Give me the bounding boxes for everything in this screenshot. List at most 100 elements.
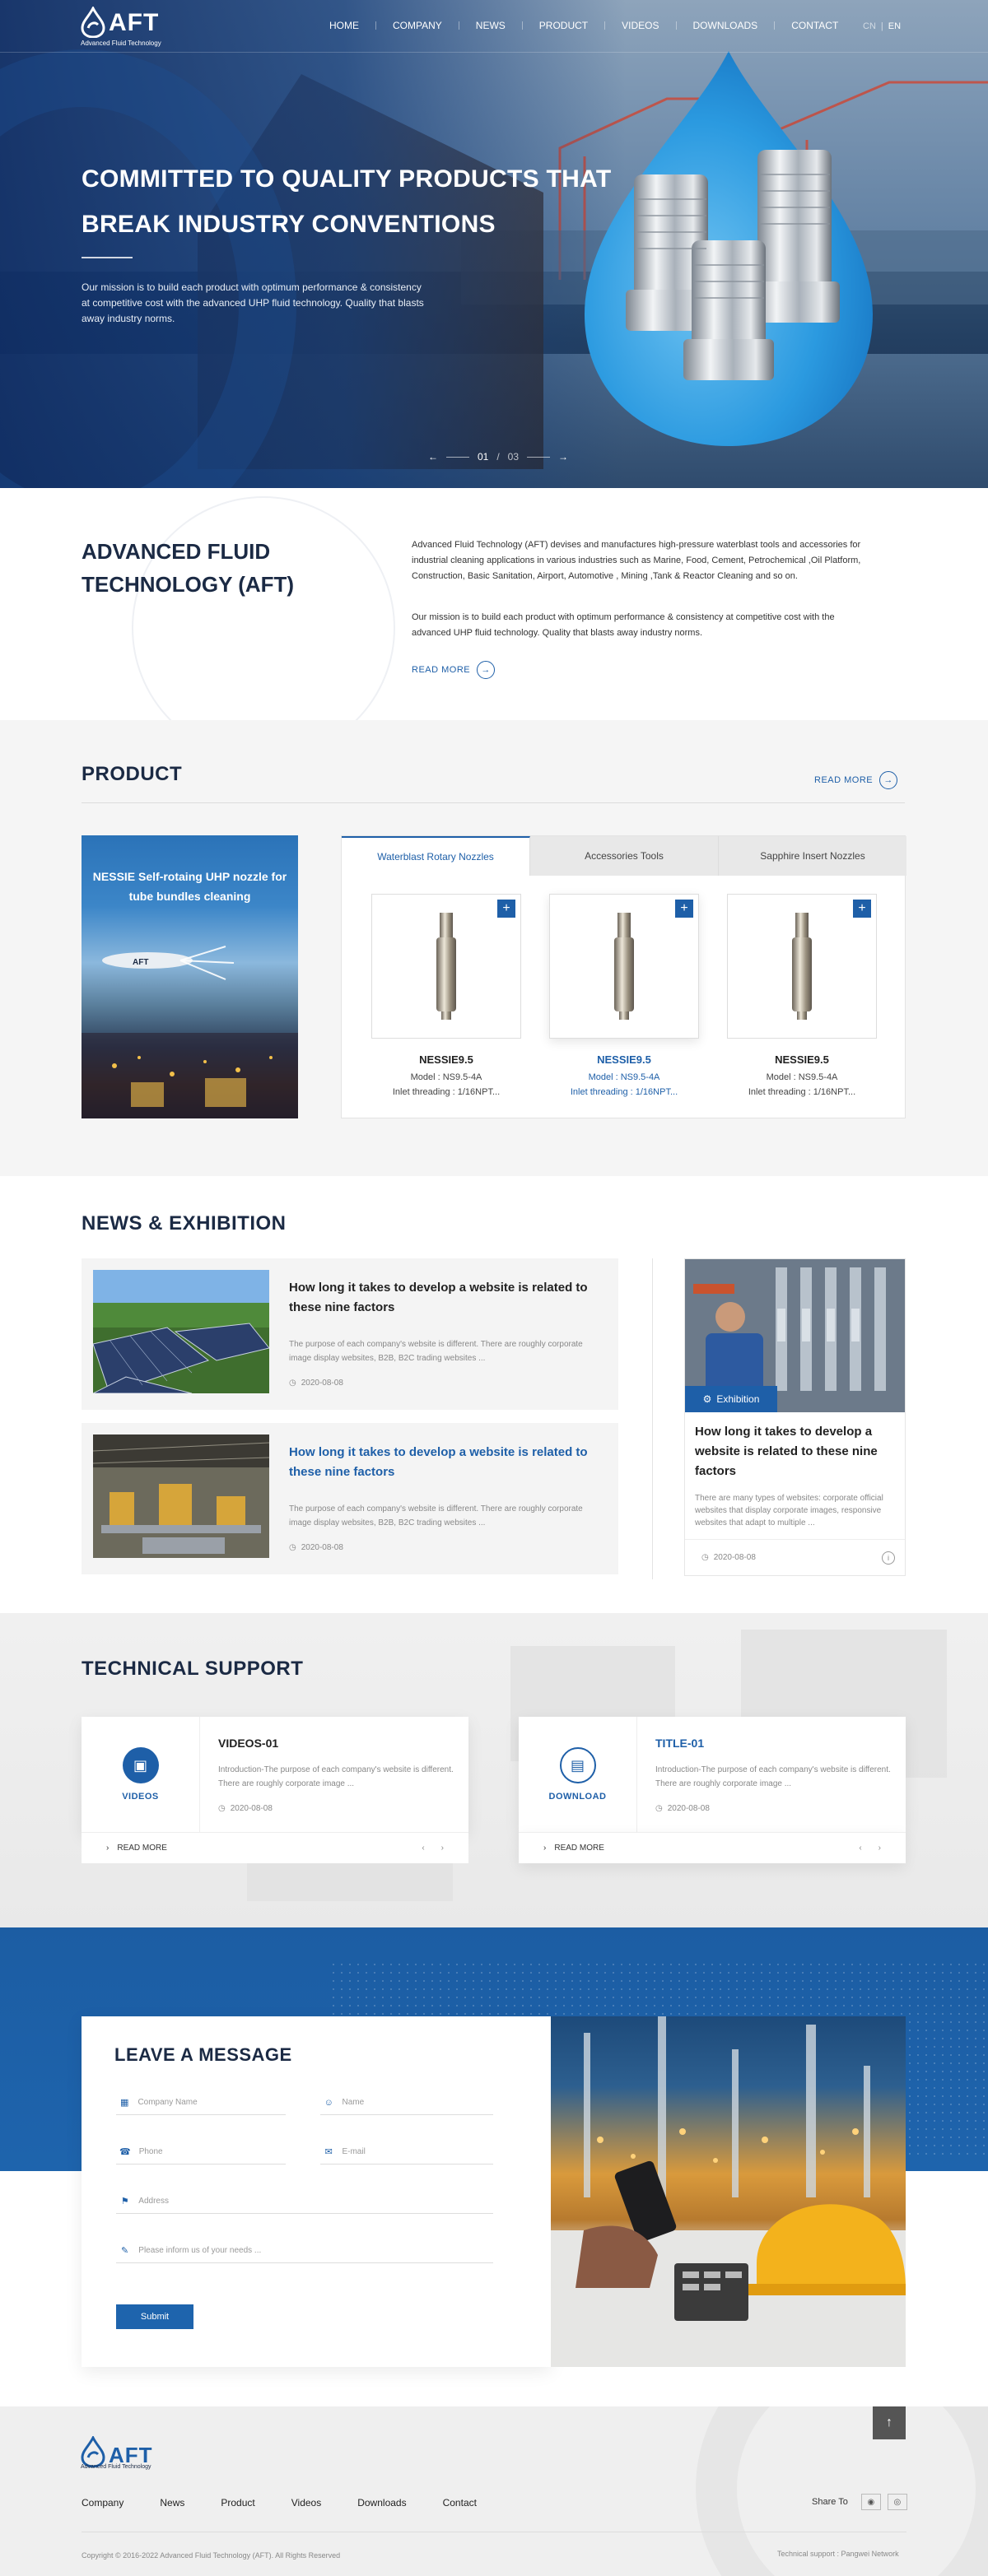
footer-nav-product[interactable]: Product [221, 2497, 254, 2509]
share-label: Share To [812, 2497, 848, 2507]
news-featured[interactable]: ⚙ Exhibition How long it takes to develo… [684, 1258, 906, 1576]
email-field: ✉ [320, 2140, 493, 2164]
chevron-right-icon[interactable]: › [878, 1844, 881, 1853]
date-text: 2020-08-08 [667, 1804, 710, 1813]
nozzle-icon [436, 913, 456, 1020]
footer-nav-contact[interactable]: Contact [443, 2497, 477, 2509]
arrow-left-icon[interactable]: ← [428, 451, 438, 463]
feature-title: NESSIE Self-rotaing UHP nozzle for tube … [92, 870, 287, 903]
product-read-more[interactable]: READ MORE → [814, 771, 898, 789]
footer-nav-videos[interactable]: Videos [291, 2497, 321, 2509]
wechat-icon[interactable]: ◉ [860, 2494, 881, 2510]
lang-en[interactable]: EN [888, 21, 901, 31]
nav-downloads[interactable]: DOWNLOADS [677, 20, 775, 31]
product-card[interactable]: + NESSIE9.5 Model : NS9.5-4A Inlet threa… [549, 894, 699, 1097]
news-item-title[interactable]: How long it takes to develop a website i… [289, 1278, 602, 1318]
product-feature-banner[interactable]: NESSIE Self-rotaing UHP nozzle for tube … [82, 835, 298, 1118]
feature-graphic: AFT [82, 946, 298, 1118]
hero-banner: COMMITTED TO QUALITY PRODUCTS THAT BREAK… [0, 0, 988, 488]
message-photo [551, 2016, 906, 2367]
copyright: Copyright © 2016-2022 Advanced Fluid Tec… [82, 2551, 341, 2560]
share-bar: Share To ◉ ◎ [812, 2494, 907, 2510]
submit-button[interactable]: Submit [116, 2304, 193, 2329]
tech-card-summary: Introduction-The purpose of each company… [218, 1765, 454, 1788]
lang-cn[interactable]: CN [863, 21, 876, 31]
tab-waterblast-rotary-nozzles[interactable]: Waterblast Rotary Nozzles [342, 836, 530, 876]
needs-input[interactable] [138, 2246, 493, 2255]
info-icon[interactable]: i [882, 1551, 895, 1565]
address-input[interactable] [138, 2197, 493, 2206]
footer-nav-company[interactable]: Company [82, 2497, 124, 2509]
slide-separator: / [496, 451, 500, 463]
footer-logo-subtitle: Advanced Fluid Technology [81, 2464, 151, 2470]
tech-card-title[interactable]: VIDEOS-01 [218, 1737, 278, 1750]
product-name: NESSIE9.5 [419, 1053, 473, 1066]
tech-card-type: ▣ VIDEOS [82, 1717, 200, 1832]
plus-icon[interactable]: + [675, 900, 693, 918]
tech-card-summary: Introduction-The purpose of each company… [655, 1765, 891, 1788]
news-item-title[interactable]: How long it takes to develop a website i… [289, 1443, 602, 1482]
news-item[interactable]: How long it takes to develop a website i… [82, 1258, 618, 1410]
news-item[interactable]: How long it takes to develop a website i… [82, 1423, 618, 1574]
name-field: ☺ [320, 2090, 493, 2115]
product-card[interactable]: + NESSIE9.5 Model : NS9.5-4A Inlet threa… [727, 894, 877, 1097]
tech-read-more[interactable]: › READ MORE [543, 1844, 604, 1853]
message-form: LEAVE A MESSAGE ▦ ☺ ☎ ✉ ⚑ ✎ Submit [82, 2016, 551, 2367]
email-input[interactable] [342, 2147, 493, 2156]
about-read-more[interactable]: READ MORE → [412, 661, 496, 679]
nav-news[interactable]: NEWS [459, 20, 522, 31]
location-icon: ⚑ [120, 2197, 129, 2206]
site-logo[interactable]: AFT Advanced Fluid Technology [81, 7, 161, 47]
nav-videos[interactable]: VIDEOS [605, 20, 675, 31]
read-more-label: READ MORE [814, 775, 874, 785]
tech-card-videos[interactable]: ▣ VIDEOS VIDEOS-01 Introduction-The purp… [82, 1717, 468, 1832]
phone-input[interactable] [138, 2147, 286, 2156]
tab-sapphire-insert-nozzles[interactable]: Sapphire Insert Nozzles [719, 836, 906, 876]
nav-contact[interactable]: CONTACT [775, 20, 855, 31]
address-field: ⚑ [116, 2189, 493, 2214]
plus-icon[interactable]: + [497, 900, 515, 918]
solar-panels-image [93, 1270, 269, 1393]
clock-icon: ◷ [655, 1804, 663, 1813]
nozzle-icon [614, 913, 634, 1020]
tech-card-download[interactable]: ▤ DOWNLOAD TITLE-01 Introduction-The pur… [519, 1717, 906, 1832]
product-divider [82, 802, 905, 803]
phone-field: ☎ [116, 2140, 286, 2164]
news-featured-date: ◷ 2020-08-08 [701, 1553, 756, 1562]
product-image: + [727, 894, 877, 1039]
factory-floor-image [93, 1434, 269, 1558]
news-item-date: ◷ 2020-08-08 [289, 1379, 343, 1388]
nav-product[interactable]: PRODUCT [523, 20, 604, 31]
footer-nav-news[interactable]: News [160, 2497, 184, 2509]
nav-home[interactable]: HOME [313, 20, 375, 31]
arrow-right-icon[interactable]: → [558, 451, 568, 463]
company-input[interactable] [137, 2098, 286, 2107]
chevron-right-icon: › [106, 1844, 110, 1853]
slider-controls: ← 01 / 03 → [428, 449, 568, 465]
chevron-left-icon[interactable]: ‹ [422, 1844, 424, 1853]
chevron-right-icon: › [543, 1844, 547, 1853]
footer-nav-downloads[interactable]: Downloads [357, 2497, 406, 2509]
circle-arrow-icon: → [477, 661, 496, 679]
tech-read-more[interactable]: › READ MORE [106, 1844, 167, 1853]
weibo-icon[interactable]: ◎ [887, 2494, 907, 2510]
nav-company[interactable]: COMPANY [376, 20, 459, 31]
name-input[interactable] [342, 2098, 493, 2107]
site-footer: AFT Advanced Fluid Technology Company Ne… [0, 2406, 988, 2576]
arrow-up-icon[interactable]: ↑ [873, 2406, 906, 2439]
tab-accessories-tools[interactable]: Accessories Tools [530, 836, 719, 876]
chevron-right-icon[interactable]: › [441, 1844, 444, 1853]
clock-icon: ◷ [701, 1553, 709, 1562]
product-card[interactable]: + NESSIE9.5 Model : NS9.5-4A Inlet threa… [371, 894, 521, 1097]
slider-bar-right [527, 456, 550, 458]
news-featured-title[interactable]: How long it takes to develop a website i… [695, 1422, 897, 1481]
tech-card-label: DOWNLOAD [548, 1792, 607, 1802]
product-title: PRODUCT [82, 763, 183, 785]
footer-nav: Company News Product Videos Downloads Co… [82, 2497, 477, 2509]
nozzle-icon [792, 913, 812, 1020]
footer-logo[interactable]: AFT Advanced Fluid Technology [81, 2436, 153, 2470]
technical-support-credit[interactable]: Technical support : Pangwei Network [777, 2550, 899, 2558]
plus-icon[interactable]: + [853, 900, 871, 918]
chevron-left-icon[interactable]: ‹ [859, 1844, 861, 1853]
tech-card-title[interactable]: TITLE-01 [655, 1737, 704, 1750]
